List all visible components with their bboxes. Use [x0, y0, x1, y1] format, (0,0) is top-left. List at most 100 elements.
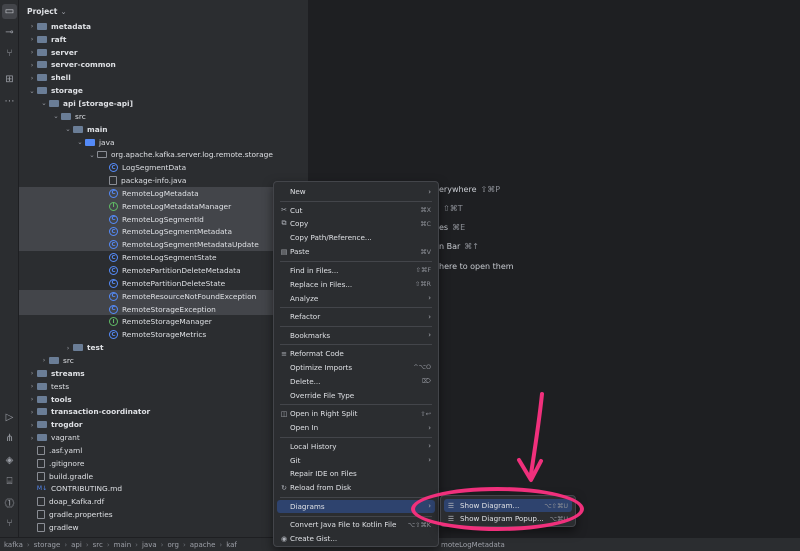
- terminal-icon[interactable]: ⌸: [2, 474, 17, 489]
- tree-item[interactable]: C RemotePartitionDeleteState: [19, 277, 308, 290]
- chevron-right-icon[interactable]: ›: [27, 408, 37, 416]
- services-icon[interactable]: ⋔: [2, 431, 17, 446]
- chevron-right-icon[interactable]: ›: [27, 421, 37, 429]
- breadcrumb-item[interactable]: › java: [131, 541, 156, 549]
- menu-item-override-file-type[interactable]: Override File Type: [277, 389, 435, 402]
- tree-item[interactable]: ⌄ java: [19, 136, 308, 149]
- tree-item[interactable]: C RemoteResourceNotFoundException: [19, 289, 308, 303]
- tree-item[interactable]: I RemoteLogMetadataManager: [19, 199, 308, 213]
- breadcrumb-item[interactable]: › apache: [179, 541, 215, 549]
- chevron-right-icon[interactable]: ›: [27, 74, 37, 82]
- chevron-right-icon[interactable]: ›: [27, 61, 37, 69]
- tree-item[interactable]: › src: [19, 354, 308, 367]
- project-folder-icon[interactable]: ▭: [2, 4, 17, 19]
- menu-item-replace-in-files[interactable]: Replace in Files... ⇧⌘R: [277, 278, 435, 291]
- menu-item-open-in[interactable]: Open In ›: [277, 421, 435, 434]
- breadcrumb-item[interactable]: › storage: [23, 541, 60, 549]
- menu-item-reload-from-disk[interactable]: ↻ Reload from Disk: [277, 481, 435, 494]
- git-icon[interactable]: ⑂: [2, 516, 17, 531]
- chevron-right-icon[interactable]: ›: [27, 48, 37, 56]
- tree-item[interactable]: C RemoteLogSegmentMetadata: [19, 225, 308, 239]
- menu-item-local-history[interactable]: Local History ›: [277, 440, 435, 453]
- tree-item[interactable]: .gitignore: [19, 457, 308, 470]
- chevron-down-icon[interactable]: ⌄: [75, 138, 85, 146]
- menu-item-optimize-imports[interactable]: Optimize Imports ^⌥O: [277, 361, 435, 374]
- more-tools-icon[interactable]: ⋯: [2, 94, 17, 109]
- chevron-right-icon[interactable]: ›: [27, 434, 37, 442]
- tree-item[interactable]: C RemoteLogSegmentMetadataUpdate: [19, 238, 308, 252]
- tree-item[interactable]: gradle.properties: [19, 508, 308, 521]
- tree-item[interactable]: C RemoteLogMetadata: [19, 187, 308, 200]
- menu-item-convert-java-file-to-kotlin-file[interactable]: Convert Java File to Kotlin File ⌥⇧⌘K: [277, 518, 435, 531]
- tree-item[interactable]: › vagrant: [19, 431, 308, 444]
- menu-item-git[interactable]: Git ›: [277, 454, 435, 467]
- chevron-down-icon[interactable]: ⌄: [27, 87, 37, 95]
- layers-icon[interactable]: ◈: [2, 453, 17, 468]
- chevron-down-icon[interactable]: ⌄: [63, 125, 73, 133]
- tree-item[interactable]: build.gradle: [19, 470, 308, 483]
- menu-item-find-in-files[interactable]: Find in Files... ⇧⌘F: [277, 264, 435, 277]
- tree-item[interactable]: doap_Kafka.rdf: [19, 495, 308, 508]
- tree-item[interactable]: › server: [19, 46, 308, 59]
- tree-item[interactable]: package-info.java: [19, 174, 308, 187]
- breadcrumb-item[interactable]: › src: [82, 541, 103, 549]
- structure-icon[interactable]: ⊞: [2, 72, 17, 87]
- chevron-right-icon[interactable]: ›: [27, 395, 37, 403]
- menu-item-copy-path-reference[interactable]: Copy Path/Reference...: [277, 231, 435, 244]
- tree-item[interactable]: M↓ CONTRIBUTING.md: [19, 483, 308, 496]
- chevron-right-icon[interactable]: ›: [27, 22, 37, 30]
- menu-item-repair-ide-on-files[interactable]: Repair IDE on Files: [277, 467, 435, 480]
- chevron-down-icon[interactable]: ⌄: [39, 99, 49, 107]
- menu-item-reformat-code[interactable]: ≡ Reformat Code: [277, 347, 435, 360]
- tree-item[interactable]: C RemoteStorageMetrics: [19, 328, 308, 341]
- tree-item[interactable]: › tests: [19, 380, 308, 393]
- menu-item-bookmarks[interactable]: Bookmarks ›: [277, 329, 435, 342]
- chevron-down-icon[interactable]: ⌄: [51, 112, 61, 120]
- tree-item[interactable]: › raft: [19, 33, 308, 46]
- tree-item[interactable]: C RemoteLogSegmentState: [19, 251, 308, 264]
- menu-item-refactor[interactable]: Refactor ›: [277, 310, 435, 323]
- menu-item-diagrams[interactable]: Diagrams ›: [277, 499, 435, 513]
- tree-item[interactable]: .asf.yaml: [19, 444, 308, 457]
- chevron-right-icon[interactable]: ›: [63, 344, 73, 352]
- breadcrumb-item[interactable]: › org: [157, 541, 179, 549]
- menu-item-new[interactable]: New ›: [277, 185, 435, 198]
- chevron-right-icon[interactable]: ›: [27, 35, 37, 43]
- project-panel-header[interactable]: Project ⌄: [19, 0, 308, 22]
- tree-item[interactable]: I RemoteStorageManager: [19, 316, 308, 329]
- menu-item-show-diagram[interactable]: ☰ Show Diagram... ⌥⇧⌘U: [444, 499, 572, 512]
- breadcrumb-item[interactable]: › api: [60, 541, 82, 549]
- tree-item[interactable]: C LogSegmentData: [19, 161, 308, 174]
- tree-item[interactable]: › shell: [19, 71, 308, 84]
- tree-item[interactable]: C RemoteLogSegmentId: [19, 212, 308, 226]
- tree-item[interactable]: › tools: [19, 393, 308, 406]
- tree-item[interactable]: ⌄ main: [19, 123, 308, 136]
- chevron-right-icon[interactable]: ›: [39, 356, 49, 364]
- breadcrumb-item[interactable]: kafka: [4, 541, 23, 549]
- tree-item[interactable]: › metadata: [19, 20, 308, 33]
- tree-item[interactable]: ⌄ storage: [19, 84, 308, 97]
- run-icon[interactable]: ▷: [2, 410, 17, 425]
- menu-item-create-gist[interactable]: ◉ Create Gist...: [277, 532, 435, 545]
- menu-item-show-diagram-popup[interactable]: ☰ Show Diagram Popup... ⌥⌘U: [444, 512, 572, 525]
- tree-item[interactable]: › trogdor: [19, 418, 308, 431]
- tree-item[interactable]: gradlew: [19, 521, 308, 534]
- menu-item-open-in-right-split[interactable]: ◫ Open in Right Split ⇧↩: [277, 407, 435, 420]
- tree-item[interactable]: › transaction-coordinator: [19, 406, 308, 419]
- commit-icon[interactable]: ⊸: [2, 25, 17, 40]
- tree-item[interactable]: C RemoteStorageException: [19, 302, 308, 316]
- breadcrumb-item[interactable]: › kaf: [215, 541, 237, 549]
- menu-item-delete[interactable]: Delete... ⌦: [277, 375, 435, 388]
- chevron-right-icon[interactable]: ›: [27, 382, 37, 390]
- tree-item[interactable]: › server-common: [19, 59, 308, 72]
- menu-item-analyze[interactable]: Analyze ›: [277, 292, 435, 305]
- chevron-right-icon[interactable]: ›: [27, 369, 37, 377]
- tree-item[interactable]: ⌄ org.apache.kafka.server.log.remote.stor…: [19, 149, 308, 162]
- chevron-down-icon[interactable]: ⌄: [87, 151, 97, 159]
- menu-item-cut[interactable]: ✂ Cut ⌘X: [277, 204, 435, 217]
- menu-item-paste[interactable]: ▤ Paste ⌘V: [277, 245, 435, 258]
- breadcrumb-item[interactable]: › main: [103, 541, 131, 549]
- breadcrumb-tail[interactable]: moteLogMetadata: [441, 541, 505, 549]
- tree-item[interactable]: ⌄ api [storage-api]: [19, 97, 308, 110]
- tree-item[interactable]: C RemotePartitionDeleteMetadata: [19, 264, 308, 277]
